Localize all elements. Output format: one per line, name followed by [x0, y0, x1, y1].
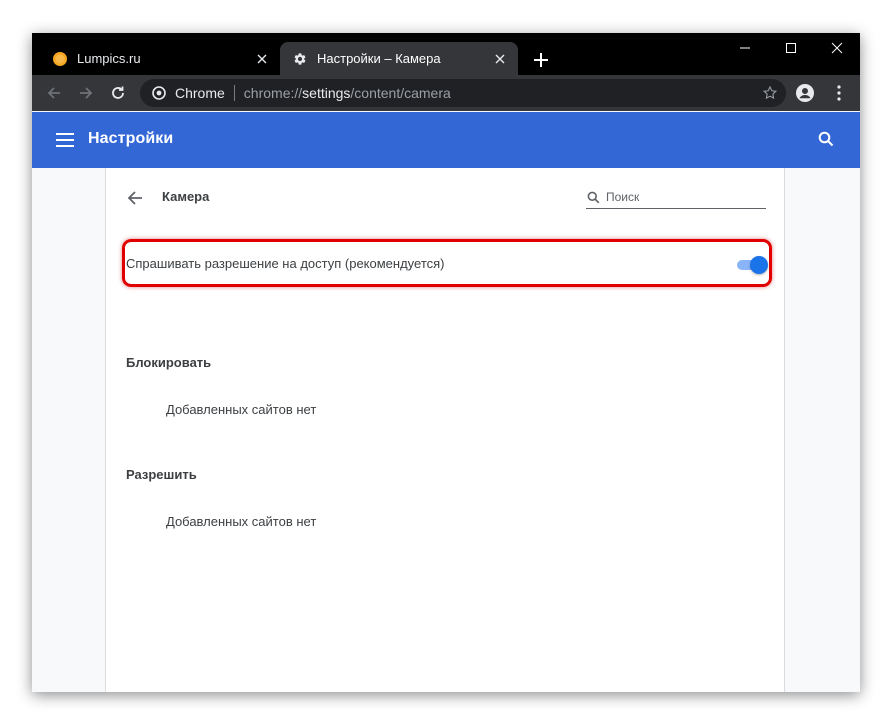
- tab-lumpics[interactable]: Lumpics.ru: [40, 42, 280, 75]
- tab-settings-camera[interactable]: Настройки – Камера: [280, 42, 518, 75]
- gear-icon: [292, 51, 308, 67]
- allow-section-title: Разрешить: [126, 467, 197, 482]
- ask-permission-toggle[interactable]: [736, 256, 768, 274]
- hamburger-menu-button[interactable]: [54, 129, 76, 151]
- star-icon[interactable]: [762, 85, 778, 101]
- arrow-left-icon: [47, 87, 60, 99]
- tab-strip: Lumpics.ru Настройки – Камера: [32, 33, 860, 75]
- close-window-button[interactable]: [814, 33, 860, 63]
- maximize-icon: [786, 43, 796, 53]
- site-chip: Chrome: [175, 85, 225, 101]
- settings-search[interactable]: [586, 186, 766, 209]
- orange-circle-icon: [52, 51, 68, 67]
- hamburger-icon: [56, 133, 74, 147]
- minimize-icon: [740, 47, 750, 49]
- search-icon: [586, 190, 600, 204]
- more-vert-icon: [837, 85, 841, 101]
- close-icon[interactable]: [254, 51, 270, 67]
- chrome-icon: [151, 85, 167, 101]
- tab-title: Настройки – Камера: [317, 51, 441, 66]
- page-title: Камера: [162, 189, 210, 204]
- address-bar[interactable]: Chrome chrome://settings/content/camera: [140, 79, 786, 107]
- allow-empty-text: Добавленных сайтов нет: [166, 514, 317, 529]
- menu-button[interactable]: [827, 81, 851, 105]
- ask-permission-row[interactable]: Спрашивать разрешение на доступ (рекомен…: [126, 248, 756, 278]
- search-input[interactable]: [606, 190, 756, 204]
- maximize-button[interactable]: [768, 33, 814, 63]
- block-section-title: Блокировать: [126, 355, 212, 370]
- settings-header: Настройки: [32, 112, 860, 168]
- browser-toolbar: Chrome chrome://settings/content/camera: [32, 75, 860, 111]
- settings-card: Камера Спрашивать разрешение на доступ (…: [105, 168, 785, 692]
- url-host: settings: [302, 85, 351, 101]
- arrow-right-icon: [80, 87, 93, 99]
- forward-button[interactable]: [74, 81, 98, 105]
- back-arrow-button[interactable]: [124, 187, 146, 209]
- plus-icon: [534, 53, 548, 67]
- new-tab-button[interactable]: [530, 49, 552, 71]
- block-empty-text: Добавленных сайтов нет: [166, 402, 317, 417]
- header-search-button[interactable]: [815, 128, 837, 150]
- url-path: /content/camera: [350, 85, 451, 101]
- minimize-button[interactable]: [722, 33, 768, 63]
- browser-window: Lumpics.ru Настройки – Камера Chrome chr…: [32, 33, 860, 692]
- reload-button[interactable]: [106, 81, 130, 105]
- url-prefix: chrome://: [243, 85, 303, 101]
- close-icon: [831, 42, 843, 54]
- omnibox-separator: [233, 85, 235, 101]
- url-text: chrome://settings/content/camera: [244, 85, 451, 101]
- back-button[interactable]: [42, 81, 66, 105]
- search-icon: [818, 131, 834, 147]
- ask-permission-label: Спрашивать разрешение на доступ (рекомен…: [126, 255, 445, 271]
- close-icon[interactable]: [492, 51, 508, 67]
- account-icon: [796, 84, 814, 102]
- reload-icon: [112, 86, 124, 99]
- toggle-knob: [750, 256, 768, 274]
- settings-title: Настройки: [88, 130, 174, 147]
- arrow-back-icon: [127, 191, 142, 205]
- profile-button[interactable]: [793, 81, 817, 105]
- tab-title: Lumpics.ru: [77, 51, 141, 66]
